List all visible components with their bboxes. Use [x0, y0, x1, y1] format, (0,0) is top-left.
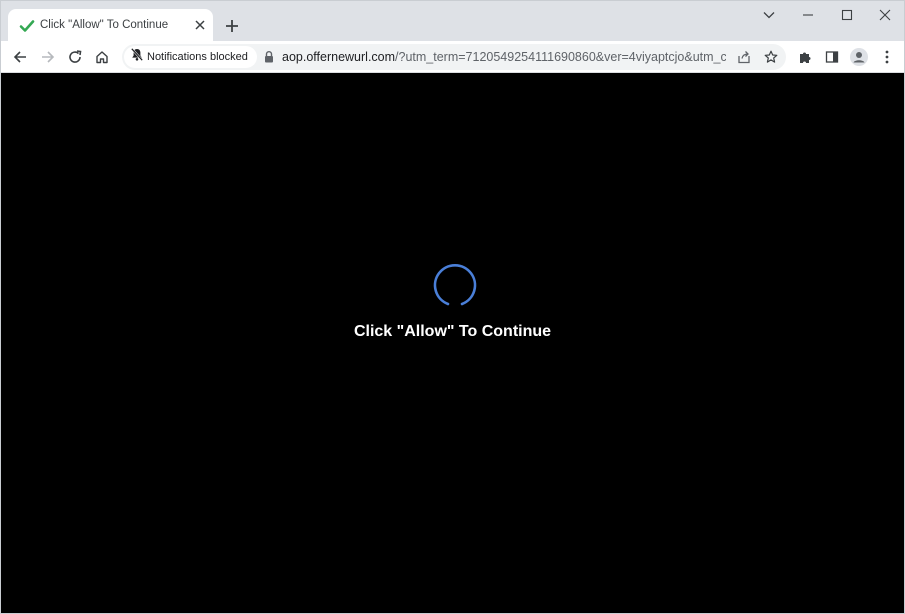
kebab-menu-icon[interactable]	[877, 47, 897, 67]
profile-icon[interactable]	[849, 47, 869, 67]
plus-icon[interactable]	[222, 16, 242, 36]
address-bar[interactable]: Notifications blocked aop.offernewurl.co…	[122, 44, 786, 70]
notifications-blocked-chip[interactable]: Notifications blocked	[124, 46, 257, 68]
spinner-icon	[427, 258, 483, 314]
page-content: Click "Allow" To Continue	[1, 73, 904, 613]
puzzle-icon[interactable]	[795, 47, 815, 67]
bell-off-icon	[130, 48, 144, 66]
close-window-icon[interactable]	[873, 5, 897, 25]
checkmark-icon	[19, 18, 35, 34]
close-icon[interactable]	[192, 17, 208, 33]
forward-arrow-icon[interactable]	[38, 47, 58, 67]
home-icon[interactable]	[92, 47, 112, 67]
reload-icon[interactable]	[65, 47, 85, 67]
notifications-chip-label: Notifications blocked	[147, 51, 248, 63]
browser-toolbar: Notifications blocked aop.offernewurl.co…	[1, 41, 904, 73]
share-icon[interactable]	[734, 47, 754, 67]
star-icon[interactable]	[761, 47, 781, 67]
side-panel-icon[interactable]	[822, 47, 842, 67]
url-text[interactable]: aop.offernewurl.com/?utm_term=7120549254…	[282, 50, 726, 64]
minimize-icon[interactable]	[796, 5, 820, 25]
tab-title: Click "Allow" To Continue	[40, 19, 169, 31]
url-host: aop.offernewurl.com	[282, 50, 396, 64]
browser-window: Click "Allow" To Continue Notifications …	[0, 0, 905, 614]
back-arrow-icon[interactable]	[10, 47, 30, 67]
tab-strip: Click "Allow" To Continue	[1, 1, 904, 41]
active-tab[interactable]: Click "Allow" To Continue	[8, 9, 213, 41]
lock-icon[interactable]	[263, 50, 275, 64]
url-path: /?utm_term=7120549254111690860&ver=4viya…	[395, 50, 726, 64]
chevron-down-icon[interactable]	[757, 5, 781, 25]
page-message: Click "Allow" To Continue	[353, 323, 552, 340]
maximize-icon[interactable]	[835, 5, 859, 25]
